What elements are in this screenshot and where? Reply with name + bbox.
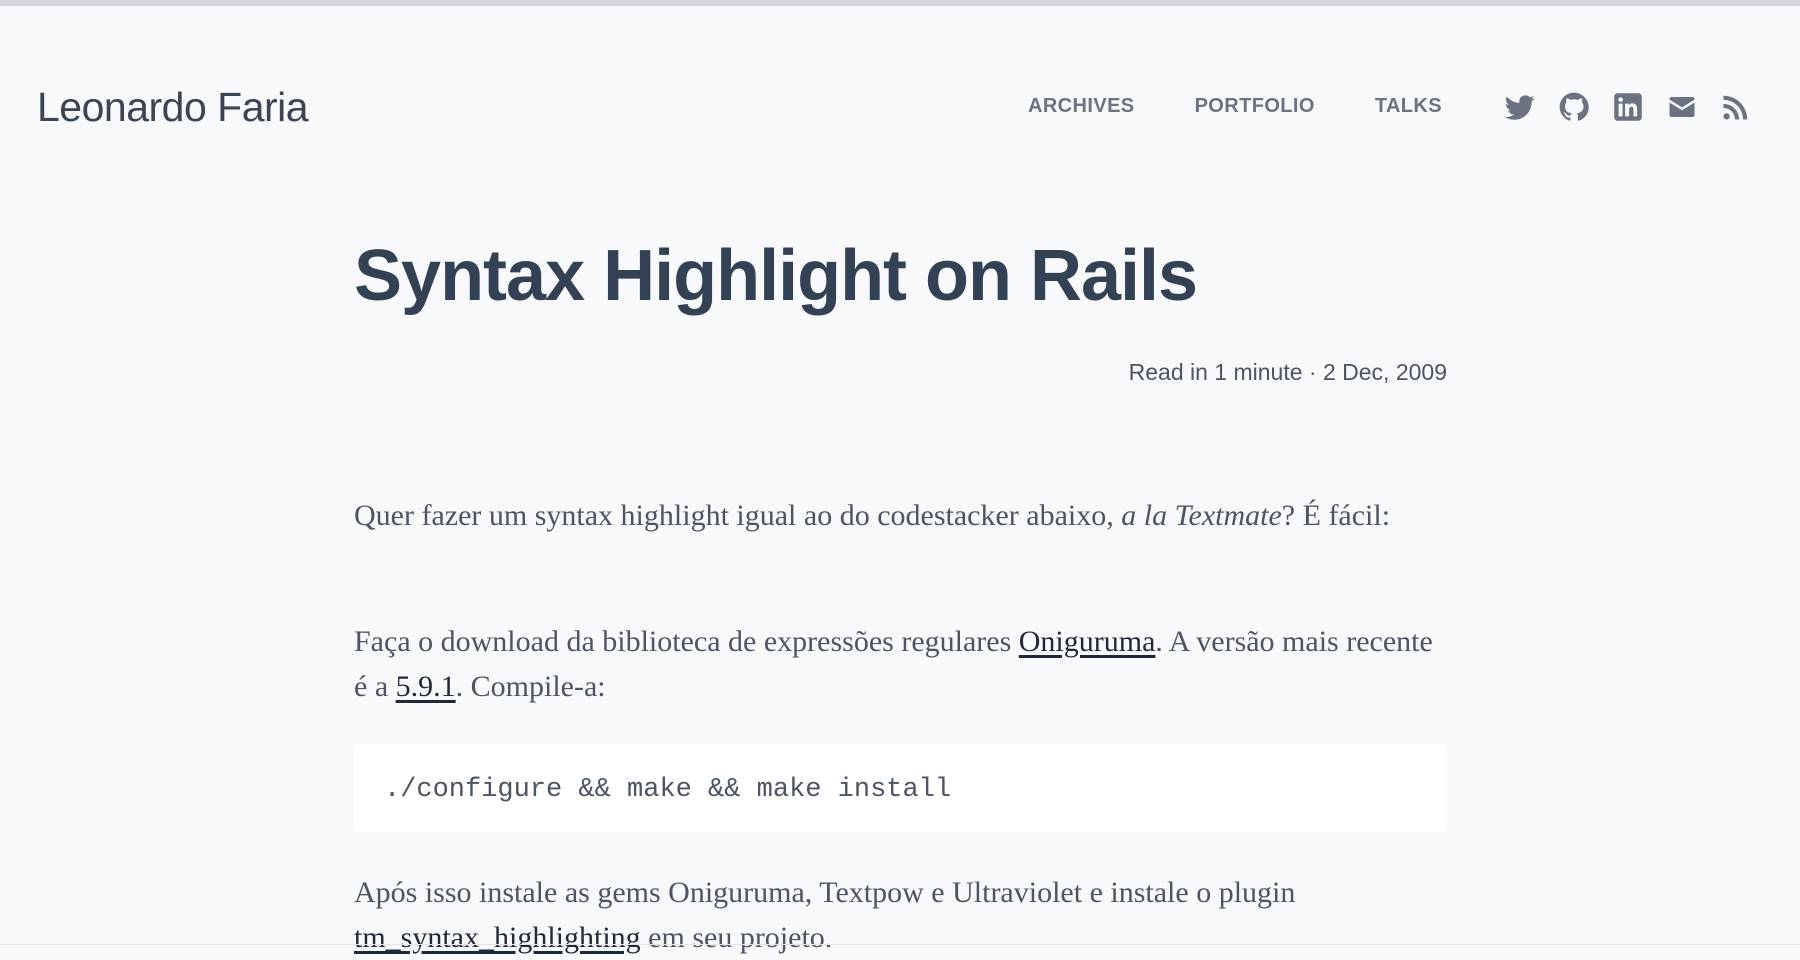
paragraph-install: Após isso instale as gems Oniguruma, Tex… bbox=[354, 870, 1447, 960]
email-icon[interactable] bbox=[1667, 92, 1697, 122]
social-links bbox=[1505, 92, 1751, 122]
version-link[interactable]: 5.9.1 bbox=[396, 670, 456, 703]
top-border bbox=[0, 0, 1800, 6]
code-text: ./configure && make && make install bbox=[384, 775, 952, 805]
site-brand[interactable]: Leonardo Faria bbox=[37, 82, 309, 132]
github-icon[interactable] bbox=[1559, 92, 1589, 122]
nav-talks[interactable]: TALKS bbox=[1375, 94, 1442, 118]
paragraph-download: Faça o download da biblioteca de express… bbox=[354, 619, 1447, 709]
paragraph-text: em seu projeto. bbox=[640, 921, 833, 954]
linkedin-icon[interactable] bbox=[1613, 92, 1643, 122]
italic-text: a la Textmate bbox=[1121, 499, 1282, 532]
nav-portfolio[interactable]: PORTFOLIO bbox=[1195, 94, 1315, 118]
post-meta: Read in 1 minute · 2 Dec, 2009 bbox=[1128, 359, 1447, 385]
paragraph-text: Após isso instale as gems Oniguruma, Tex… bbox=[354, 876, 1296, 909]
plugin-link[interactable]: tm_syntax_highlighting bbox=[354, 921, 641, 954]
paragraph-text: Faça o download da biblioteca de express… bbox=[354, 625, 1019, 658]
code-block: ./configure && make && make install bbox=[354, 744, 1447, 832]
rss-icon[interactable] bbox=[1721, 92, 1751, 122]
paragraph-text: ? É fácil: bbox=[1281, 499, 1391, 532]
paragraph-intro: Quer fazer um syntax highlight igual ao … bbox=[354, 493, 1447, 538]
post-title: Syntax Highlight on Rails bbox=[354, 236, 1198, 316]
paragraph-text: Quer fazer um syntax highlight igual ao … bbox=[354, 499, 1122, 532]
paragraph-text: . Compile-a: bbox=[455, 670, 606, 703]
twitter-icon[interactable] bbox=[1505, 92, 1535, 122]
oniguruma-link[interactable]: Oniguruma bbox=[1019, 625, 1156, 658]
main-nav: ARCHIVES PORTFOLIO TALKS bbox=[1028, 94, 1442, 118]
nav-archives[interactable]: ARCHIVES bbox=[1028, 94, 1135, 118]
